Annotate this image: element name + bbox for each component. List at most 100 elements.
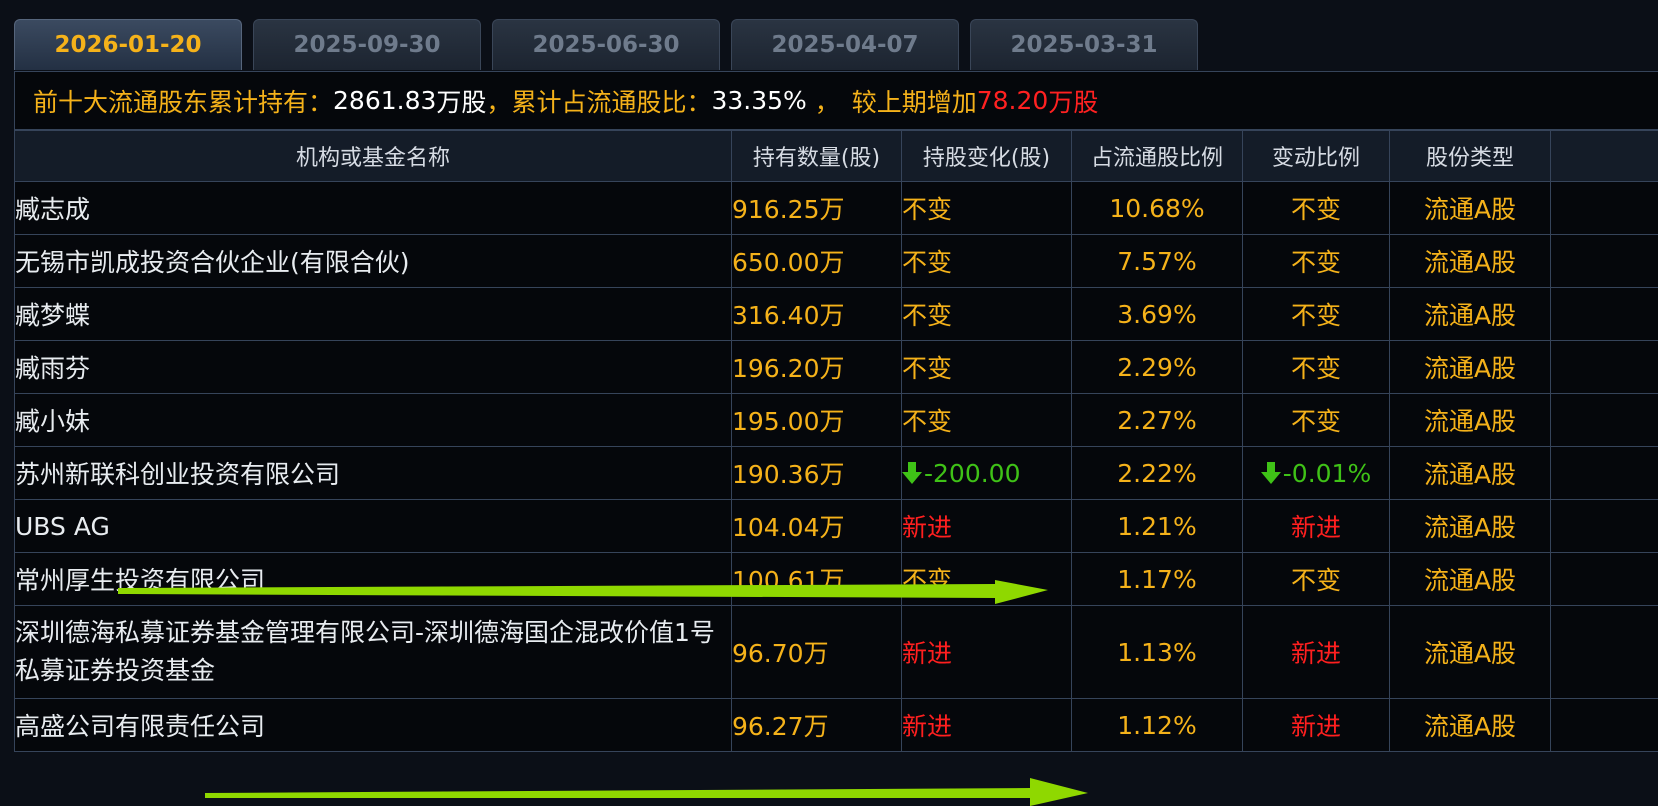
summary-separator: ， bbox=[486, 87, 512, 117]
table-row: 高盛公司有限责任公司 96.27万 新进 1.12% 新进 流通A股 bbox=[14, 698, 1658, 752]
extra-cell bbox=[1550, 287, 1658, 341]
col-header-change: 持股变化(股) bbox=[901, 130, 1072, 182]
change-ratio: 不变 bbox=[1242, 340, 1390, 394]
period-tabs: 2026-01-20 2025-09-30 2025-06-30 2025-04… bbox=[14, 19, 1209, 71]
extra-cell bbox=[1550, 552, 1658, 606]
share-type: 流通A股 bbox=[1389, 234, 1551, 288]
extra-cell bbox=[1550, 234, 1658, 288]
shareholders-table: 机构或基金名称 持有数量(股) 持股变化(股) 占流通股比例 变动比例 股份类型… bbox=[14, 130, 1658, 752]
holder-name: 臧志成 bbox=[14, 181, 732, 235]
holding-quantity: 650.00万 bbox=[731, 234, 902, 288]
share-type: 流通A股 bbox=[1389, 605, 1551, 699]
extra-cell bbox=[1550, 393, 1658, 447]
summary-label-ratio: 累计占流通股比： bbox=[511, 87, 712, 117]
extra-cell bbox=[1550, 181, 1658, 235]
table-row: 臧雨芬 196.20万 不变 2.29% 不变 流通A股 bbox=[14, 340, 1658, 394]
float-ratio: 2.27% bbox=[1071, 393, 1243, 447]
extra-cell bbox=[1550, 605, 1658, 699]
holder-name: UBS AG bbox=[14, 499, 732, 553]
holding-change: 不变 bbox=[901, 552, 1072, 606]
table-row: 常州厚生投资有限公司 100.61万 不变 1.17% 不变 流通A股 bbox=[14, 552, 1658, 606]
holding-change: 新进 bbox=[901, 698, 1072, 752]
summary-label-increase: 较上期增加 bbox=[851, 87, 977, 117]
table-row: 臧梦蝶 316.40万 不变 3.69% 不变 流通A股 bbox=[14, 287, 1658, 341]
table-row: 深圳德海私募证券基金管理有限公司-深圳德海国企混改价值1号私募证券投资基金 96… bbox=[14, 605, 1658, 699]
holding-quantity: 316.40万 bbox=[731, 287, 902, 341]
holding-quantity: 96.70万 bbox=[731, 605, 902, 699]
tab-2025-09-30[interactable]: 2025-09-30 bbox=[253, 19, 481, 70]
share-type: 流通A股 bbox=[1389, 698, 1551, 752]
summary-separator: ， bbox=[806, 87, 840, 117]
float-ratio: 1.17% bbox=[1071, 552, 1243, 606]
share-type: 流通A股 bbox=[1389, 340, 1551, 394]
holding-change: 新进 bbox=[901, 499, 1072, 553]
holding-change-cell: -200.00 bbox=[901, 446, 1072, 500]
tab-2025-04-07[interactable]: 2025-04-07 bbox=[731, 19, 959, 70]
change-ratio: -0.01% bbox=[1282, 458, 1372, 488]
holder-name: 臧小妹 bbox=[14, 393, 732, 447]
summary-label-total: 前十大流通股东累计持有： bbox=[33, 87, 334, 117]
holder-name: 高盛公司有限责任公司 bbox=[14, 698, 732, 752]
col-header-quantity: 持有数量(股) bbox=[731, 130, 902, 182]
tab-2025-03-31[interactable]: 2025-03-31 bbox=[970, 19, 1198, 70]
table-row: 无锡市凯成投资合伙企业(有限合伙) 650.00万 不变 7.57% 不变 流通… bbox=[14, 234, 1658, 288]
share-type: 流通A股 bbox=[1389, 552, 1551, 606]
table-row: 臧志成 916.25万 不变 10.68% 不变 流通A股 bbox=[14, 181, 1658, 235]
table-header-row: 机构或基金名称 持有数量(股) 持股变化(股) 占流通股比例 变动比例 股份类型 bbox=[14, 130, 1658, 182]
share-type: 流通A股 bbox=[1389, 446, 1551, 500]
holding-change: 不变 bbox=[901, 393, 1072, 447]
change-ratio: 新进 bbox=[1242, 499, 1390, 553]
holding-change: 新进 bbox=[901, 605, 1072, 699]
holding-change: 不变 bbox=[901, 181, 1072, 235]
holding-quantity: 195.00万 bbox=[731, 393, 902, 447]
change-ratio: 不变 bbox=[1242, 234, 1390, 288]
float-ratio: 10.68% bbox=[1071, 181, 1243, 235]
holder-name: 无锡市凯成投资合伙企业(有限合伙) bbox=[14, 234, 732, 288]
holder-name: 臧雨芬 bbox=[14, 340, 732, 394]
float-ratio: 1.21% bbox=[1071, 499, 1243, 553]
col-header-name: 机构或基金名称 bbox=[14, 130, 732, 182]
extra-cell bbox=[1550, 499, 1658, 553]
float-ratio: 7.57% bbox=[1071, 234, 1243, 288]
col-header-float-ratio: 占流通股比例 bbox=[1071, 130, 1243, 182]
share-type: 流通A股 bbox=[1389, 393, 1551, 447]
shareholders-panel: 2026-01-20 2025-09-30 2025-06-30 2025-04… bbox=[0, 0, 1658, 806]
holding-quantity: 104.04万 bbox=[731, 499, 902, 553]
float-ratio: 1.12% bbox=[1071, 698, 1243, 752]
holding-quantity: 196.20万 bbox=[731, 340, 902, 394]
holdings-summary: 前十大流通股东累计持有： 2861.83 万股 ， 累计占流通股比： 33.35… bbox=[14, 71, 1658, 130]
float-ratio: 2.22% bbox=[1071, 446, 1243, 500]
col-header-extra bbox=[1550, 130, 1658, 182]
holder-name: 臧梦蝶 bbox=[14, 287, 732, 341]
change-ratio: 不变 bbox=[1242, 552, 1390, 606]
change-ratio: 不变 bbox=[1242, 181, 1390, 235]
holding-change: 不变 bbox=[901, 340, 1072, 394]
holder-name: 深圳德海私募证券基金管理有限公司-深圳德海国企混改价值1号私募证券投资基金 bbox=[14, 605, 732, 699]
float-ratio: 3.69% bbox=[1071, 287, 1243, 341]
float-ratio: 1.13% bbox=[1071, 605, 1243, 699]
summary-ratio-value: 33.35% bbox=[711, 86, 807, 115]
holder-name: 苏州新联科创业投资有限公司 bbox=[14, 446, 732, 500]
share-type: 流通A股 bbox=[1389, 499, 1551, 553]
holding-change: 不变 bbox=[901, 234, 1072, 288]
summary-total-unit: 万股 bbox=[436, 87, 487, 117]
change-ratio: 不变 bbox=[1242, 287, 1390, 341]
annotation-arrow bbox=[205, 778, 1088, 806]
tab-2025-06-30[interactable]: 2025-06-30 bbox=[492, 19, 720, 70]
change-ratio: 不变 bbox=[1242, 393, 1390, 447]
col-header-share-type: 股份类型 bbox=[1389, 130, 1551, 182]
share-type: 流通A股 bbox=[1389, 287, 1551, 341]
extra-cell bbox=[1550, 340, 1658, 394]
holding-quantity: 190.36万 bbox=[731, 446, 902, 500]
table-row: 苏州新联科创业投资有限公司 190.36万 -200.00 2.22% -0.0… bbox=[14, 446, 1658, 500]
table-row: 臧小妹 195.00万 不变 2.27% 不变 流通A股 bbox=[14, 393, 1658, 447]
change-ratio-cell: -0.01% bbox=[1242, 446, 1390, 500]
change-ratio: 新进 bbox=[1242, 698, 1390, 752]
change-ratio: 新进 bbox=[1242, 605, 1390, 699]
holder-name: 常州厚生投资有限公司 bbox=[14, 552, 732, 606]
tab-2026-01-20[interactable]: 2026-01-20 bbox=[14, 19, 242, 70]
arrow-down-icon bbox=[1260, 461, 1281, 484]
float-ratio: 2.29% bbox=[1071, 340, 1243, 394]
holding-change: -200.00 bbox=[924, 458, 1021, 488]
summary-increase-unit: 万股 bbox=[1048, 87, 1099, 117]
